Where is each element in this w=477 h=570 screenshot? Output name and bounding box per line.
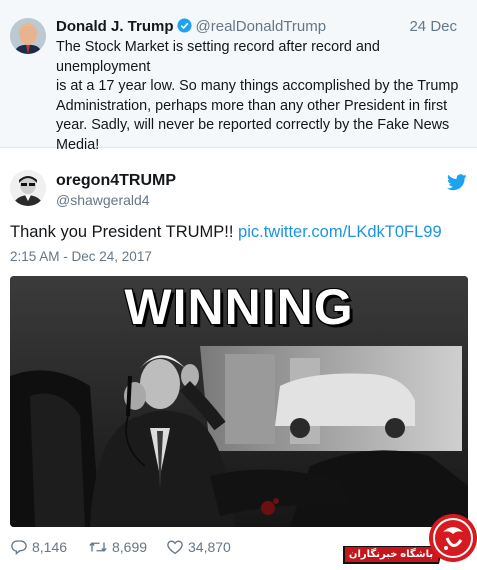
retweet-button[interactable]: 8,699 [88,538,147,556]
quoted-author-name[interactable]: Donald J. Trump [56,18,174,35]
quoted-tweet-date[interactable]: 24 Dec [409,18,457,35]
tweet-text: Thank you President TRUMP!! pic.twitter.… [10,223,442,242]
quoted-tweet[interactable]: Donald J. Trump @realDonaldTrump 24 Dec T… [0,0,477,153]
twitter-bird-icon[interactable] [447,174,467,196]
retweet-count: 8,699 [112,539,148,555]
quoted-author-handle[interactable]: @realDonaldTrump [196,18,327,35]
reply-count: 8,146 [32,539,68,555]
author-avatar[interactable] [10,170,46,206]
like-icon [167,540,183,555]
reply-button[interactable]: 8,146 [10,538,67,556]
tweet-media-link[interactable]: pic.twitter.com/LKdkT0FL99 [238,223,442,241]
watermark-label: باشگاه خبرنگاران [348,549,434,560]
quoted-tweet-text: The Stock Market is setting record after… [56,39,459,153]
retweet-icon [89,542,107,552]
verified-badge-icon [176,18,192,37]
reply-icon [11,540,27,555]
tweet-media-image[interactable]: WINNING [10,276,468,527]
watermark-badge: باشگاه خبرنگاران [343,508,477,565]
media-caption: WINNING [124,279,354,335]
quoted-author-avatar[interactable] [10,18,46,54]
like-count: 34,870 [188,539,231,555]
author-name[interactable]: oregon4TRUMP [56,172,176,190]
tweet-body: Thank you President TRUMP!! [10,223,239,241]
author-handle[interactable]: @shawgerald4 [56,192,150,208]
tweet-timestamp[interactable]: 2:15 AM - Dec 24, 2017 [10,249,152,264]
like-button[interactable]: 34,870 [166,538,231,556]
